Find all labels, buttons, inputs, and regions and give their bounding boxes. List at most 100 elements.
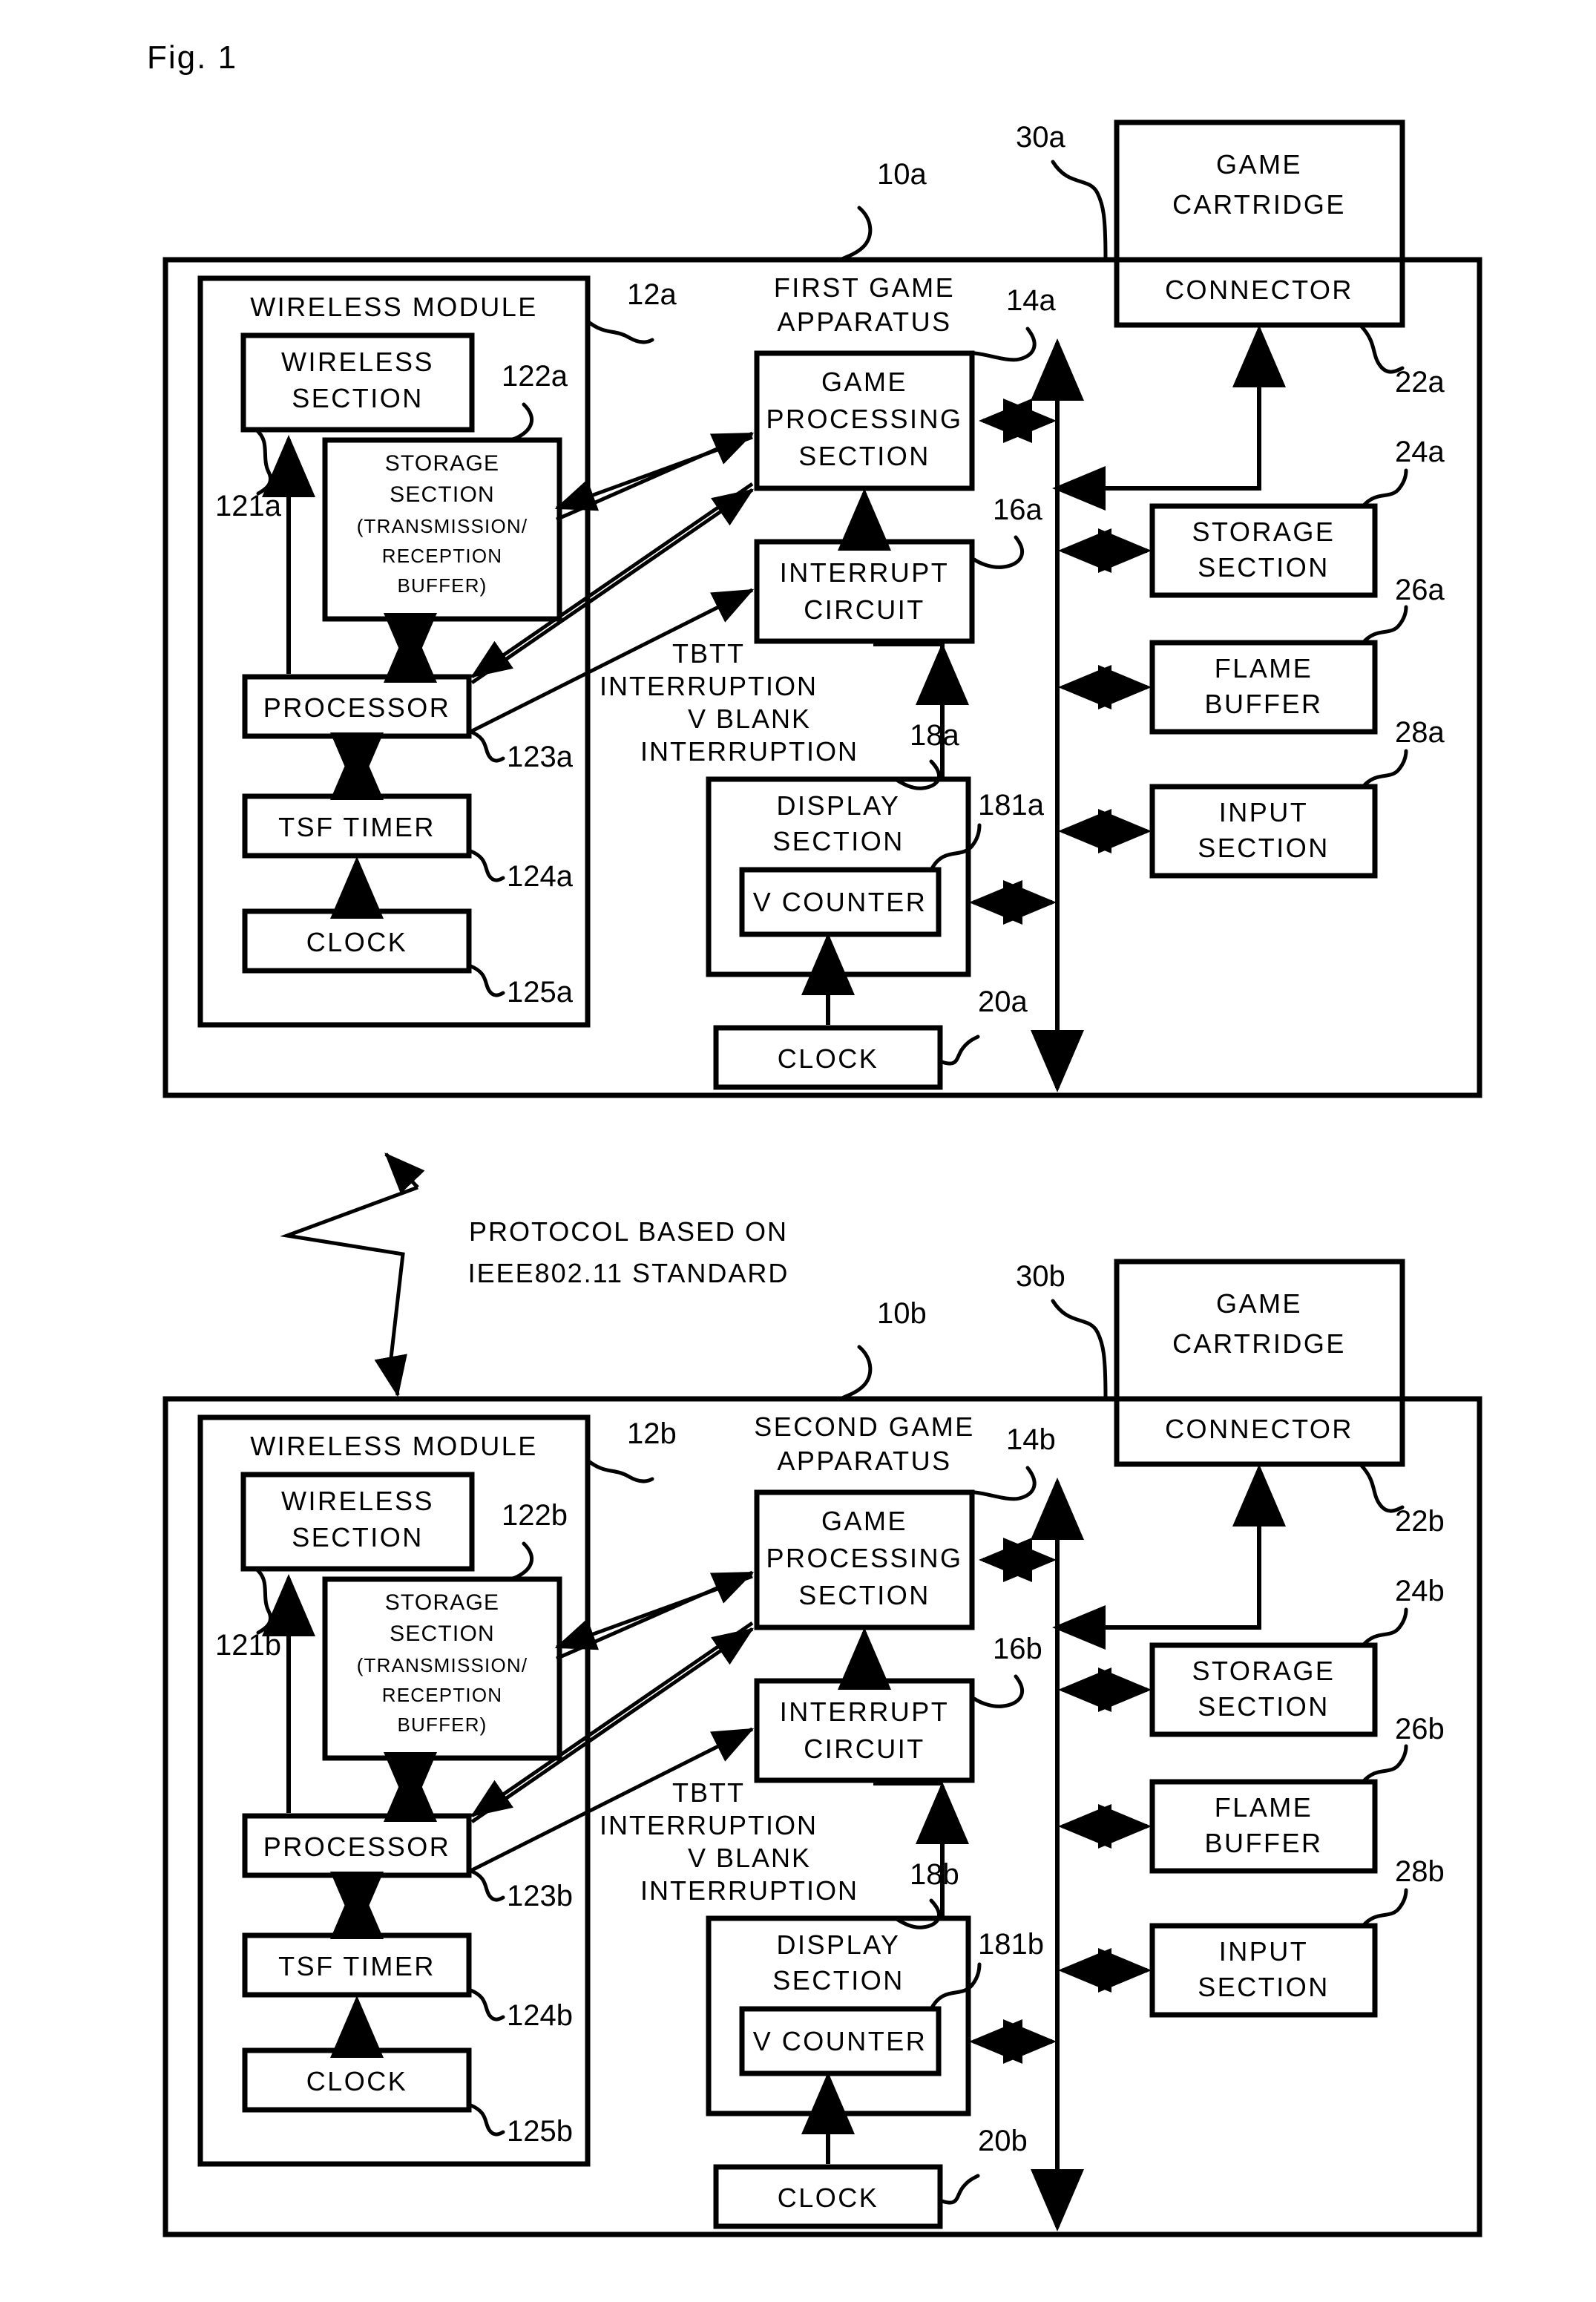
ref-14b: 14b — [1006, 1423, 1056, 1456]
tsf-timer-label-2: TSF TIMER — [278, 1951, 436, 1981]
link-note-line1: PROTOCOL BASED ON — [469, 1216, 788, 1247]
interrupt-note-line2: INTERRUPTION — [600, 671, 818, 701]
leader-20b — [938, 2174, 980, 2205]
leader-26a — [1361, 605, 1408, 645]
patent-figure-page: Fig. 1 GAME CARTRIDGE 30a 10a FIRST GAME… — [0, 0, 1596, 2302]
ref-12a: 12a — [627, 278, 677, 311]
apparatus-storage-label-line2: SECTION — [1198, 552, 1330, 583]
leader-20a — [938, 1034, 980, 1066]
ref-121a: 121a — [215, 490, 282, 522]
wireless-module-title: WIRELESS MODULE — [250, 292, 538, 322]
link-zigzag — [280, 1185, 418, 1359]
leader-24b — [1361, 1607, 1408, 1647]
apparatus-storage-label-line1-2: STORAGE — [1192, 1656, 1336, 1686]
processor-label-2: PROCESSOR — [263, 1832, 451, 1862]
ref-12b: 12b — [627, 1417, 677, 1450]
input-section-label-line1-2: INPUT — [1219, 1936, 1309, 1967]
interrupt-circuit-label-line2: CIRCUIT — [804, 594, 925, 625]
ref-26a: 26a — [1395, 574, 1445, 606]
ref-30a: 30a — [1016, 121, 1065, 154]
interrupt-circuit-label-line1: INTERRUPT — [780, 557, 950, 588]
game-cartridge-label-line1-2: GAME — [1216, 1288, 1302, 1319]
display-section-label-line1-2: DISPLAY — [777, 1929, 901, 1960]
display-section-label-line1: DISPLAY — [777, 790, 901, 821]
interrupt-circuit-label-line1-2: INTERRUPT — [780, 1696, 950, 1727]
interrupt-note-line3-2: V BLANK — [688, 1843, 811, 1873]
gps-label-line2-2: PROCESSING — [766, 1543, 962, 1573]
ref-122b: 122b — [502, 1499, 568, 1532]
second-game-apparatus: GAME CARTRIDGE 30b 10b SECOND GAME APPAR… — [162, 1259, 1482, 2237]
gps-label-line2: PROCESSING — [766, 404, 962, 434]
connector-label: CONNECTOR — [1165, 275, 1353, 305]
wireless-storage-label-line2-2: SECTION — [390, 1621, 495, 1646]
gps-label-line1-2: GAME — [821, 1506, 907, 1536]
ref-30b: 30b — [1016, 1260, 1065, 1293]
leader-16b — [972, 1674, 1024, 1708]
ref-124b: 124b — [507, 1999, 573, 2032]
leader-14b — [972, 1466, 1037, 1501]
interrupt-note-line3: V BLANK — [688, 704, 811, 734]
leader-30b — [1051, 1299, 1108, 1401]
gps-label-line3: SECTION — [798, 441, 930, 471]
link-arrow-down — [374, 1354, 407, 1397]
wireless-storage-label-line2: SECTION — [390, 482, 495, 507]
line-connector-to-bus — [1066, 413, 1261, 491]
leader-26b — [1361, 1744, 1408, 1784]
game-cartridge-label-line1: GAME — [1216, 149, 1302, 180]
leader-12a — [585, 319, 654, 344]
interrupt-note-line2-2: INTERRUPTION — [600, 1810, 818, 1840]
interrupt-note-line1: TBTT — [672, 638, 745, 669]
processor-label: PROCESSOR — [263, 692, 451, 723]
link-note-line2: IEEE802.11 STANDARD — [468, 1258, 789, 1288]
gps-label-line3-2: SECTION — [798, 1580, 930, 1610]
wireless-section-label-line1-2: WIRELESS — [281, 1486, 434, 1516]
wireless-storage-label-line5-2: BUFFER) — [397, 1714, 487, 1736]
ref-125a: 125a — [507, 976, 574, 1009]
leader-10a — [838, 206, 873, 262]
first-apparatus-title-line2: APPARATUS — [777, 306, 951, 337]
leader-24a — [1361, 468, 1408, 508]
v-counter-label: V COUNTER — [753, 887, 927, 917]
wireless-section-label-line1: WIRELESS — [281, 347, 434, 377]
display-section-label-line2-2: SECTION — [772, 1965, 904, 1996]
wireless-clock-label: CLOCK — [306, 927, 408, 957]
ref-181b: 181b — [978, 1928, 1044, 1961]
flame-buffer-label-line1-2: FLAME — [1215, 1792, 1313, 1823]
second-apparatus-title-line2: APPARATUS — [777, 1446, 951, 1476]
interrupt-circuit-label-line2-2: CIRCUIT — [804, 1734, 925, 1764]
input-section-label-line1: INPUT — [1219, 797, 1309, 827]
display-clock-label-2: CLOCK — [778, 2183, 879, 2213]
wireless-section-label-line2: SECTION — [292, 383, 424, 413]
first-game-apparatus: GAME CARTRIDGE 30a 10a FIRST GAME APPARA… — [162, 119, 1482, 1098]
wireless-storage-label-line3: (TRANSMISSION/ — [357, 515, 528, 537]
leader-12b — [585, 1458, 654, 1483]
flame-buffer-label-line1: FLAME — [1215, 653, 1313, 683]
leader-28b — [1361, 1888, 1408, 1928]
display-section-label-line2: SECTION — [772, 826, 904, 856]
ref-18a: 18a — [910, 719, 959, 752]
ref-24a: 24a — [1395, 436, 1445, 468]
ref-125b: 125b — [507, 2115, 573, 2148]
input-section-label-line2-2: SECTION — [1198, 1972, 1330, 2002]
display-clock-label: CLOCK — [778, 1043, 879, 1074]
wireless-storage-label-line5: BUFFER) — [397, 574, 487, 597]
wireless-storage-label-line4: RECEPTION — [382, 545, 502, 567]
figure-caption: Fig. 1 — [147, 39, 237, 76]
game-cartridge-label-line2: CARTRIDGE — [1172, 189, 1346, 220]
flame-buffer-label-line2-2: BUFFER — [1205, 1828, 1323, 1858]
ref-123b: 123b — [507, 1880, 573, 1912]
wireless-storage-label-line1: STORAGE — [385, 451, 500, 476]
ref-22b: 22b — [1395, 1505, 1445, 1538]
leader-16a — [972, 535, 1024, 569]
interrupt-note-line4: INTERRUPTION — [640, 736, 858, 767]
ref-18b: 18b — [910, 1858, 959, 1891]
input-section-label-line2: SECTION — [1198, 833, 1330, 863]
connector-label-2: CONNECTOR — [1165, 1414, 1353, 1444]
ref-121b: 121b — [215, 1629, 281, 1662]
leader-10b — [838, 1345, 873, 1401]
ref-16b: 16b — [993, 1633, 1042, 1665]
wireless-storage-label-line1-2: STORAGE — [385, 1590, 500, 1615]
ref-123a: 123a — [507, 741, 574, 773]
game-cartridge-label-line2-2: CARTRIDGE — [1172, 1328, 1346, 1359]
leader-14a — [972, 327, 1037, 362]
